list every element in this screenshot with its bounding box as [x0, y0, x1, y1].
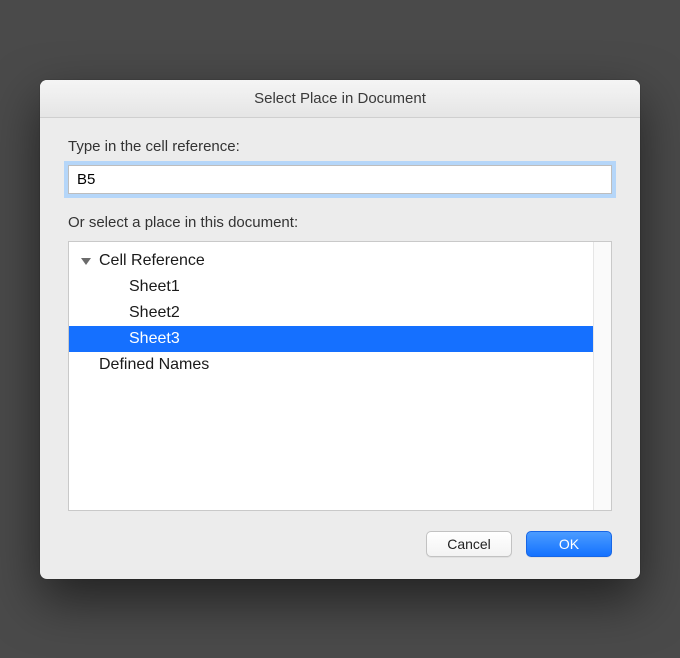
tree-node-sheet3[interactable]: Sheet3: [69, 326, 593, 352]
tree-node-defined-names[interactable]: Defined Names: [69, 352, 593, 378]
tree-node-label: Cell Reference: [99, 252, 205, 270]
tree-node-cell-reference[interactable]: Cell Reference: [69, 248, 593, 274]
dialog-footer: Cancel OK: [68, 531, 612, 557]
scrollbar[interactable]: [593, 242, 611, 510]
tree-node-sheet1[interactable]: Sheet1: [69, 274, 593, 300]
cancel-button[interactable]: Cancel: [426, 531, 512, 557]
tree-node-label: Sheet2: [129, 304, 180, 322]
place-select-label: Or select a place in this document:: [68, 214, 612, 231]
dialog-title: Select Place in Document: [254, 90, 426, 107]
cell-reference-input[interactable]: [68, 165, 612, 194]
dialog-titlebar: Select Place in Document: [40, 80, 640, 118]
place-tree-container: Cell Reference Sheet1 Sheet2 Sheet3 Defi…: [68, 241, 612, 511]
ok-button[interactable]: OK: [526, 531, 612, 557]
tree-node-label: Defined Names: [99, 356, 209, 374]
place-tree[interactable]: Cell Reference Sheet1 Sheet2 Sheet3 Defi…: [69, 242, 593, 510]
select-place-dialog: Select Place in Document Type in the cel…: [40, 80, 640, 579]
tree-node-label: Sheet3: [129, 330, 180, 348]
cell-reference-label: Type in the cell reference:: [68, 138, 612, 155]
tree-node-sheet2[interactable]: Sheet2: [69, 300, 593, 326]
tree-node-label: Sheet1: [129, 278, 180, 296]
dialog-content: Type in the cell reference: Or select a …: [40, 118, 640, 579]
disclosure-triangle-icon[interactable]: [79, 254, 93, 268]
